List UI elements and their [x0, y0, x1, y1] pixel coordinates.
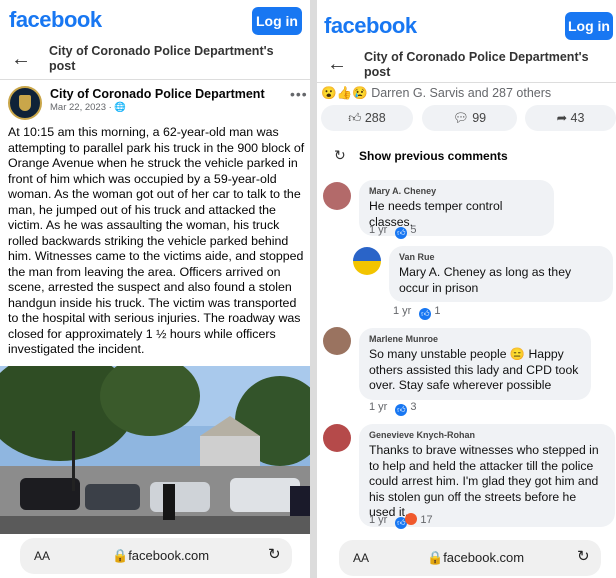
url-text: 🔒facebook.com [427, 550, 525, 565]
like-reaction-icon: 👍︎ [419, 308, 432, 320]
comment-bubble: Genevieve Knych-Rohan Thanks to brave wi… [359, 424, 615, 527]
comment-icon: 💬︎ [452, 111, 469, 125]
comment-author[interactable]: Genevieve Knych-Rohan [369, 430, 605, 440]
post-meta: Mar 22, 2023 · 🌐 [50, 102, 127, 113]
post-body: At 10:15 am this morning, a 62-year-old … [8, 125, 305, 356]
more-options-icon[interactable]: ••• [290, 86, 308, 102]
reaction-icons: 😮👍😢 [321, 86, 368, 100]
like-reaction-icon: 👍︎ [395, 227, 408, 239]
post-photo[interactable] [0, 366, 310, 534]
right-screenshot: facebook Log in ← City of Coronado Polic… [317, 0, 616, 578]
login-button[interactable]: Log in [565, 12, 613, 40]
show-previous-comments[interactable]: Show previous comments [359, 149, 508, 163]
share-icon: ➦ [556, 111, 568, 125]
top-bar: facebook Log in [317, 0, 616, 40]
nav-title: City of Coronado Police Department's post [49, 44, 274, 73]
comment-bubble: Marlene Munroe So many unstable people 😑… [359, 328, 591, 400]
comment-author[interactable]: Van Rue [399, 252, 603, 262]
page-avatar[interactable] [8, 86, 42, 120]
like-reaction-icon: 👍︎ [395, 404, 408, 416]
left-screenshot: facebook Log in ← City of Coronado Polic… [0, 0, 310, 578]
comment-footer: 1 yr 👍︎ 1 [393, 305, 441, 320]
divider [0, 79, 310, 80]
nav-title: City of Coronado Police Department's post [364, 50, 589, 79]
street-scene-image [0, 366, 310, 534]
post-author[interactable]: City of Coronado Police Department [50, 87, 265, 101]
top-bar: facebook Log in [0, 0, 310, 40]
avatar[interactable] [323, 327, 351, 355]
url-text: 🔒facebook.com [112, 548, 210, 563]
address-bar[interactable]: AA 🔒facebook.com ↻ [20, 538, 292, 574]
login-button[interactable]: Log in [252, 7, 302, 35]
divider [317, 82, 616, 83]
comment-text: Mary A. Cheney as long as they occur in … [399, 265, 572, 295]
comment-author[interactable]: Mary A. Cheney [369, 186, 544, 196]
facebook-logo[interactable]: facebook [9, 7, 102, 33]
address-bar[interactable]: AA 🔒facebook.com ↻ [339, 540, 601, 576]
thumbs-up-icon: 👍︎ [348, 111, 362, 125]
avatar[interactable] [353, 247, 381, 275]
like-button[interactable]: 👍︎ 288 [321, 105, 413, 131]
comment-button[interactable]: 💬︎ 99 [422, 105, 517, 131]
angry-reaction-icon [405, 513, 418, 525]
avatar[interactable] [323, 182, 351, 210]
lock-icon: 🔒 [112, 548, 129, 563]
reload-icon[interactable]: ↻ [577, 547, 590, 565]
reload-icon[interactable]: ↻ [268, 545, 281, 563]
comment-footer: 1 yr 👍︎ 17 [369, 513, 433, 529]
comment-footer: 1 yr 👍︎ 3 [369, 401, 417, 416]
comment-author[interactable]: Marlene Munroe [369, 334, 581, 344]
avatar[interactable] [323, 424, 351, 452]
text-size-button[interactable]: AA [34, 549, 50, 563]
comment-text: So many unstable people 😑 Happy others a… [369, 347, 579, 392]
comment-text: Thanks to brave witnesses who stepped in… [369, 443, 599, 519]
back-arrow-icon[interactable]: ← [327, 53, 347, 76]
text-size-button[interactable]: AA [353, 551, 369, 565]
comment-bubble: Van Rue Mary A. Cheney as long as they o… [389, 246, 613, 302]
globe-icon: 🌐 [114, 102, 127, 113]
refresh-icon: ↻ [334, 147, 346, 163]
lock-icon: 🔒 [427, 550, 444, 565]
back-arrow-icon[interactable]: ← [11, 48, 31, 71]
share-button[interactable]: ➦ 43 [525, 105, 616, 131]
comment-footer: 1 yr 👍︎ 5 [369, 224, 417, 239]
facebook-logo[interactable]: facebook [324, 13, 417, 39]
reaction-summary[interactable]: 😮👍😢 Darren G. Sarvis and 287 others [321, 86, 551, 101]
